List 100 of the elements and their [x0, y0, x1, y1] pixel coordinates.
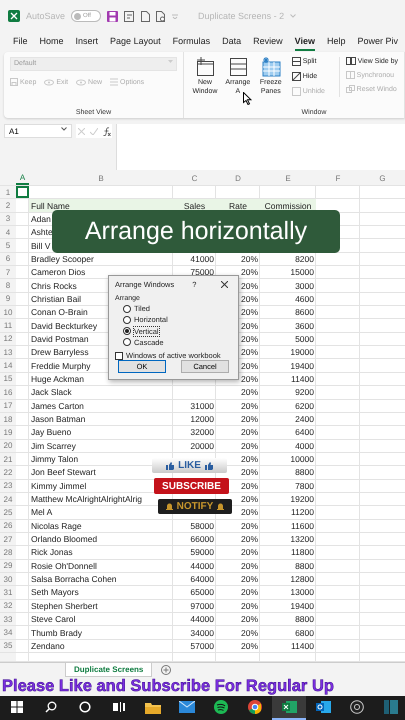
sheet-tab[interactable]: Duplicate Screens	[66, 663, 152, 676]
row-header[interactable]: 14	[0, 359, 16, 372]
table-cell: 20%	[240, 347, 258, 358]
table-cell: Freddie Murphy	[31, 360, 91, 371]
table-cell: Nicolas Rage	[31, 520, 82, 531]
row-header[interactable]: 25	[0, 506, 16, 519]
row-header[interactable]: 13	[0, 346, 16, 358]
row-header[interactable]: 31	[0, 586, 16, 599]
table-cell: Huge Ackman	[31, 374, 84, 384]
row-header[interactable]: 20	[0, 440, 16, 452]
table-cell: David Beckturkey	[31, 320, 98, 331]
table-cell: 20%	[240, 534, 258, 544]
row-header[interactable]: 5	[0, 239, 16, 252]
column-header[interactable]: A	[16, 172, 29, 185]
column-header[interactable]: D	[216, 172, 260, 185]
row-header[interactable]: 1	[0, 186, 16, 198]
document-title: Duplicate Screens - 2	[198, 11, 284, 21]
caption-text: Arrange horizontally	[52, 210, 340, 253]
row-header[interactable]: 16	[0, 386, 16, 398]
subscribe-button[interactable]: SUBSCRIBE	[154, 478, 229, 494]
table-cell: 8800	[295, 560, 314, 571]
column-header[interactable]: F	[316, 172, 360, 185]
table-cell: Seth Mayors	[31, 587, 79, 598]
row-header[interactable]: 2	[0, 199, 16, 212]
row-header[interactable]: 33	[0, 613, 16, 626]
row-header[interactable]: 17	[0, 400, 16, 412]
table-cell: 20%	[240, 267, 258, 278]
row-header[interactable]: 27	[0, 532, 16, 546]
table-cell: 57000	[190, 640, 214, 651]
row-header[interactable]: 9	[0, 292, 16, 306]
row-header[interactable]: 3	[0, 212, 16, 226]
promo-text: Please Like and Subscribe For Regular Up	[2, 677, 334, 696]
table-cell: 4000	[295, 440, 314, 451]
ribbon-tab[interactable]: Formulas	[172, 33, 210, 51]
row-header[interactable]: 34	[0, 626, 16, 639]
ribbon-tab[interactable]: Help	[327, 33, 346, 51]
table-cell: 41000	[190, 254, 214, 264]
ribbon-tab[interactable]: Power Piv	[358, 33, 398, 51]
row-header[interactable]: 22	[0, 466, 16, 479]
table-cell: Jay Bueno	[31, 427, 72, 438]
row-header[interactable]: 29	[0, 560, 16, 572]
row-header[interactable]: 10	[0, 306, 16, 318]
table-cell: 44000	[190, 560, 214, 571]
table-cell: Orlando Bloomed	[31, 534, 98, 544]
table-cell: 8200	[295, 254, 314, 264]
column-header[interactable]: C	[173, 172, 216, 185]
table-cell: 20%	[240, 520, 258, 531]
row-header[interactable]: 8	[0, 279, 16, 292]
notify-button[interactable]: NOTIFY	[158, 499, 232, 514]
table-cell: 12000	[190, 414, 214, 424]
like-button[interactable]: LIKE	[152, 458, 227, 473]
row-header[interactable]: 21	[0, 452, 16, 466]
table-cell: 20%	[240, 414, 258, 424]
table-cell: 65000	[190, 587, 214, 598]
row-header[interactable]: 7	[0, 266, 16, 278]
table-cell: Zendano	[31, 640, 65, 651]
ribbon-tab[interactable]: Home	[40, 33, 64, 51]
column-header[interactable]: B	[29, 172, 173, 185]
table-cell: 7800	[295, 480, 314, 491]
row-header[interactable]: 28	[0, 546, 16, 559]
table-cell: Jim Scarrey	[31, 440, 76, 451]
column-header[interactable]: G	[360, 172, 405, 185]
ribbon-tab[interactable]: Review	[253, 33, 283, 51]
row-header[interactable]: 30	[0, 572, 16, 586]
row-header[interactable]: 35	[0, 640, 16, 652]
table-cell: 19400	[290, 600, 314, 611]
row-header[interactable]: 18	[0, 412, 16, 426]
column-header[interactable]: E	[260, 172, 316, 185]
ribbon-tab[interactable]: Page Layout	[110, 33, 161, 51]
table-cell: 6400	[295, 427, 314, 438]
table-cell: Bill V	[31, 240, 50, 251]
ribbon-tab[interactable]: Insert	[76, 33, 98, 51]
row-header[interactable]: 32	[0, 600, 16, 612]
table-cell: 20%	[240, 334, 258, 344]
table-cell: 64000	[190, 574, 214, 584]
table-cell: 8800	[295, 467, 314, 478]
row-header[interactable]: 19	[0, 426, 16, 439]
table-cell: 20%	[240, 400, 258, 411]
row-header[interactable]: 24	[0, 492, 16, 506]
table-cell: 44000	[190, 614, 214, 624]
row-header[interactable]: 4	[0, 226, 16, 238]
ribbon-tab[interactable]: Data	[222, 33, 242, 51]
row-header[interactable]: 15	[0, 372, 16, 386]
row-header[interactable]: 11	[0, 319, 16, 332]
table-cell: 20%	[240, 600, 258, 611]
row-header[interactable]: 6	[0, 252, 16, 266]
table-cell: Matthew McAlrightAlrightAlrig	[31, 494, 142, 504]
name-box[interactable]: A1	[4, 124, 72, 138]
table-cell: 15000	[290, 267, 314, 278]
row-header[interactable]: 23	[0, 480, 16, 492]
ribbon-tab[interactable]: File	[13, 33, 28, 51]
table-cell: 20%	[240, 427, 258, 438]
table-cell: 20%	[240, 387, 258, 398]
table-cell: 31000	[190, 400, 214, 411]
table-cell: Kimmy Jimmel	[31, 480, 86, 491]
row-header[interactable]: 12	[0, 332, 16, 346]
table-cell: Jimmy Talon	[31, 454, 78, 464]
row-header[interactable]: 26	[0, 520, 16, 532]
table-cell: 66000	[190, 534, 214, 544]
table-cell: 20%	[240, 587, 258, 598]
